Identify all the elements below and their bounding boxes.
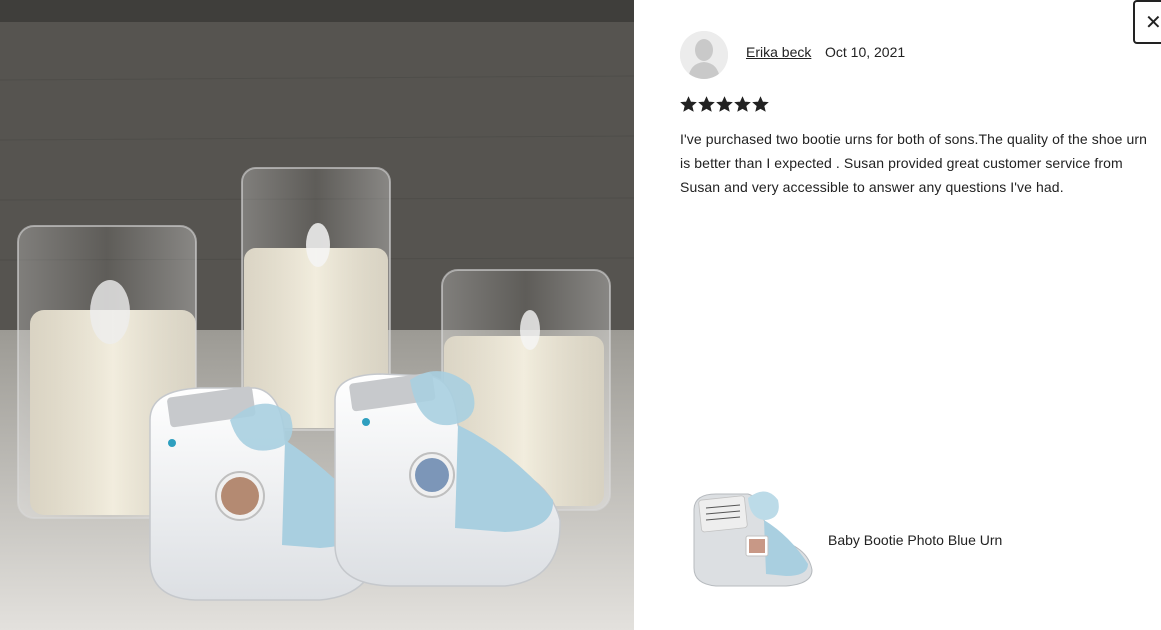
- review-text: I've purchased two bootie urns for both …: [680, 131, 1148, 195]
- product-thumbnail[interactable]: [686, 480, 818, 592]
- star-icon: [734, 96, 751, 112]
- close-icon: ✕: [1145, 11, 1161, 34]
- reviewer-name-link[interactable]: Erika beck: [746, 44, 811, 60]
- review-date: Oct 10, 2021: [825, 44, 906, 60]
- star-icon: [680, 96, 697, 112]
- review-photo: [0, 0, 634, 630]
- product-image: [693, 491, 813, 587]
- user-silhouette-icon: [680, 31, 728, 79]
- product-name-link[interactable]: Baby Bootie Photo Blue Urn: [828, 532, 1002, 548]
- review-photo-image: [0, 0, 634, 630]
- close-button[interactable]: ✕: [1133, 0, 1161, 44]
- star-icon: [716, 96, 733, 112]
- reviewer-avatar: [680, 31, 728, 79]
- star-icon: [752, 96, 769, 112]
- star-rating: [680, 96, 769, 113]
- star-icon: [698, 96, 715, 112]
- review-panel: ✕ Erika beck Oct 10, 2021 I've purchased…: [634, 0, 1161, 630]
